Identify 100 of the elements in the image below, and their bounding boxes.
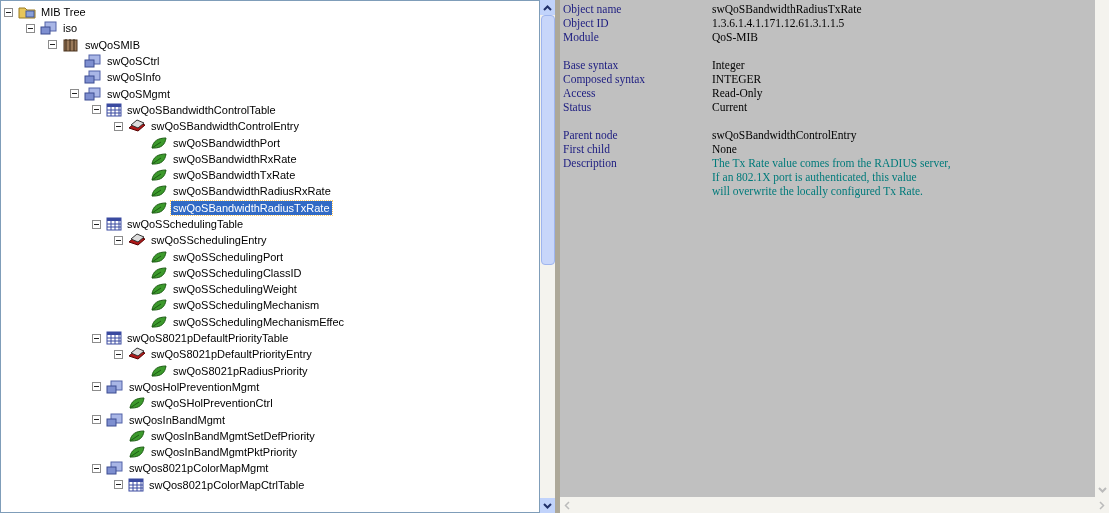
- tree-item[interactable]: iso: [61, 21, 80, 36]
- collapse-icon[interactable]: [92, 382, 101, 392]
- property-label: Access: [563, 86, 597, 100]
- chevron-down-icon: [1097, 486, 1107, 493]
- leaf-icon: [150, 363, 168, 378]
- collapse-icon[interactable]: [70, 89, 79, 99]
- tree-item[interactable]: swQoSBandwidthControlTable: [125, 102, 278, 117]
- property-label: Module: [563, 30, 600, 44]
- module-icon: [62, 37, 80, 52]
- tree-item[interactable]: swQoSSchedulingEntry: [149, 233, 269, 248]
- leaf-icon: [150, 184, 168, 199]
- leaf-icon: [128, 396, 146, 411]
- horizontal-scrollbar[interactable]: [560, 497, 1109, 513]
- collapse-icon[interactable]: [92, 333, 101, 343]
- leaf-icon: [150, 282, 168, 297]
- tree-item[interactable]: swQoSHolPreventionCtrl: [149, 396, 275, 411]
- tree-item[interactable]: swQos8021pColorMapCtrlTable: [147, 477, 307, 492]
- collapse-icon[interactable]: [92, 105, 101, 115]
- network-icon: [106, 379, 124, 394]
- property-label: Status: [563, 100, 593, 114]
- property-value: Integer: [712, 58, 745, 72]
- table-icon: [106, 217, 122, 231]
- leaf-icon: [128, 445, 146, 460]
- tree-item[interactable]: swQoSCtrl: [105, 54, 162, 69]
- tree-item[interactable]: swQoSBandwidthRadiusRxRate: [171, 184, 333, 199]
- tree-item[interactable]: MIB Tree: [39, 5, 88, 20]
- collapse-icon[interactable]: [114, 235, 123, 245]
- tree-item[interactable]: swQoS8021pRadiusPriority: [171, 363, 310, 378]
- disk-stack-icon: [128, 233, 146, 248]
- network-icon: [84, 70, 102, 85]
- tree-item[interactable]: swQoSMIB: [83, 37, 142, 52]
- leaf-icon: [150, 168, 168, 183]
- leaf-icon: [150, 265, 168, 280]
- property-label: Object ID: [563, 16, 610, 30]
- chevron-right-icon: [1099, 500, 1105, 510]
- tree-item[interactable]: swQoSMgmt: [105, 86, 172, 101]
- scroll-thumb[interactable]: [540, 15, 555, 265]
- property-label: Composed syntax: [563, 72, 647, 86]
- vertical-scrollbar[interactable]: [1095, 0, 1109, 497]
- leaf-icon: [128, 428, 146, 443]
- disk-stack-icon: [128, 119, 146, 134]
- collapse-icon[interactable]: [92, 219, 101, 229]
- tree-item[interactable]: swQoSSchedulingClassID: [171, 265, 304, 280]
- tree-item[interactable]: swQosInBandMgmtSetDefPriority: [149, 428, 317, 443]
- property-value: swQoSBandwidthControlEntry: [712, 128, 857, 142]
- tree-item[interactable]: swQoSSchedulingMechanismEffec: [171, 314, 346, 329]
- scroll-down-button[interactable]: [540, 498, 555, 513]
- scroll-up-button[interactable]: [540, 0, 555, 15]
- property-value: QoS-MIB: [712, 30, 758, 44]
- table-icon: [128, 477, 144, 492]
- tree-item[interactable]: swQoS8021pDefaultPriorityTable: [125, 331, 291, 346]
- collapse-icon[interactable]: [114, 349, 123, 359]
- leaf-icon: [150, 135, 168, 150]
- tree-item[interactable]: swQoSBandwidthPort: [171, 135, 282, 150]
- property-value: None: [712, 142, 737, 156]
- collapse-icon[interactable]: [114, 121, 123, 131]
- tree-item[interactable]: swQoSBandwidthTxRate: [171, 168, 298, 183]
- tree-item[interactable]: swQoSBandwidthRxRate: [171, 151, 299, 166]
- collapse-icon[interactable]: [4, 7, 13, 17]
- network-icon: [106, 461, 124, 476]
- property-label: First child: [563, 142, 611, 156]
- collapse-icon[interactable]: [92, 415, 101, 425]
- disk-stack-icon: [128, 347, 146, 362]
- property-value: 1.3.6.1.4.1.171.12.61.3.1.1.5: [712, 16, 845, 30]
- network-icon: [40, 21, 58, 36]
- chevron-up-icon: [543, 4, 552, 11]
- collapse-icon[interactable]: [114, 480, 123, 490]
- collapse-icon[interactable]: [48, 40, 57, 50]
- property-label: Object name: [563, 2, 623, 16]
- tree-item[interactable]: swQosHolPreventionMgmt: [127, 379, 262, 394]
- leaf-icon: [150, 200, 168, 215]
- collapse-icon[interactable]: [26, 23, 35, 33]
- chevron-down-icon: [543, 502, 552, 509]
- tree-item[interactable]: swQoSInfo: [105, 70, 163, 85]
- tree-item[interactable]: swQos8021pColorMapMgmt: [127, 461, 271, 476]
- tree-item[interactable]: swQosInBandMgmt: [127, 412, 227, 427]
- network-icon: [106, 412, 124, 427]
- property-value: INTEGER: [712, 72, 762, 86]
- table-icon: [106, 331, 122, 346]
- table-icon: [106, 102, 122, 117]
- property-label: Parent node: [563, 128, 619, 142]
- property-label: Description: [563, 156, 618, 172]
- description-text: If an 802.1X port is authenticated, this value: [712, 170, 918, 184]
- tree-item[interactable]: swQoS8021pDefaultPriorityEntry: [149, 347, 314, 362]
- leaf-icon: [150, 249, 168, 264]
- property-value: Current: [712, 100, 748, 114]
- leaf-icon: [150, 298, 168, 313]
- tree-item[interactable]: swQoSBandwidthRadiusTxRate: [171, 200, 332, 215]
- tree-item[interactable]: swQoSBandwidthControlEntry: [149, 119, 301, 134]
- property-value: Read-Only: [712, 86, 763, 100]
- tree-item[interactable]: swQoSSchedulingMechanism: [171, 298, 322, 313]
- network-icon: [84, 86, 102, 101]
- collapse-icon[interactable]: [92, 463, 101, 473]
- network-icon: [84, 54, 102, 69]
- tree-item[interactable]: swQoSSchedulingWeight: [171, 282, 299, 297]
- tree-item[interactable]: swQoSSchedulingTable: [125, 217, 246, 231]
- tree-item[interactable]: swQoSSchedulingPort: [171, 249, 286, 264]
- tree-item[interactable]: swQosInBandMgmtPktPriority: [149, 445, 300, 460]
- description-text: will overwrite the locally configured Tx Rate.: [712, 184, 924, 198]
- vertical-scrollbar[interactable]: [540, 0, 555, 513]
